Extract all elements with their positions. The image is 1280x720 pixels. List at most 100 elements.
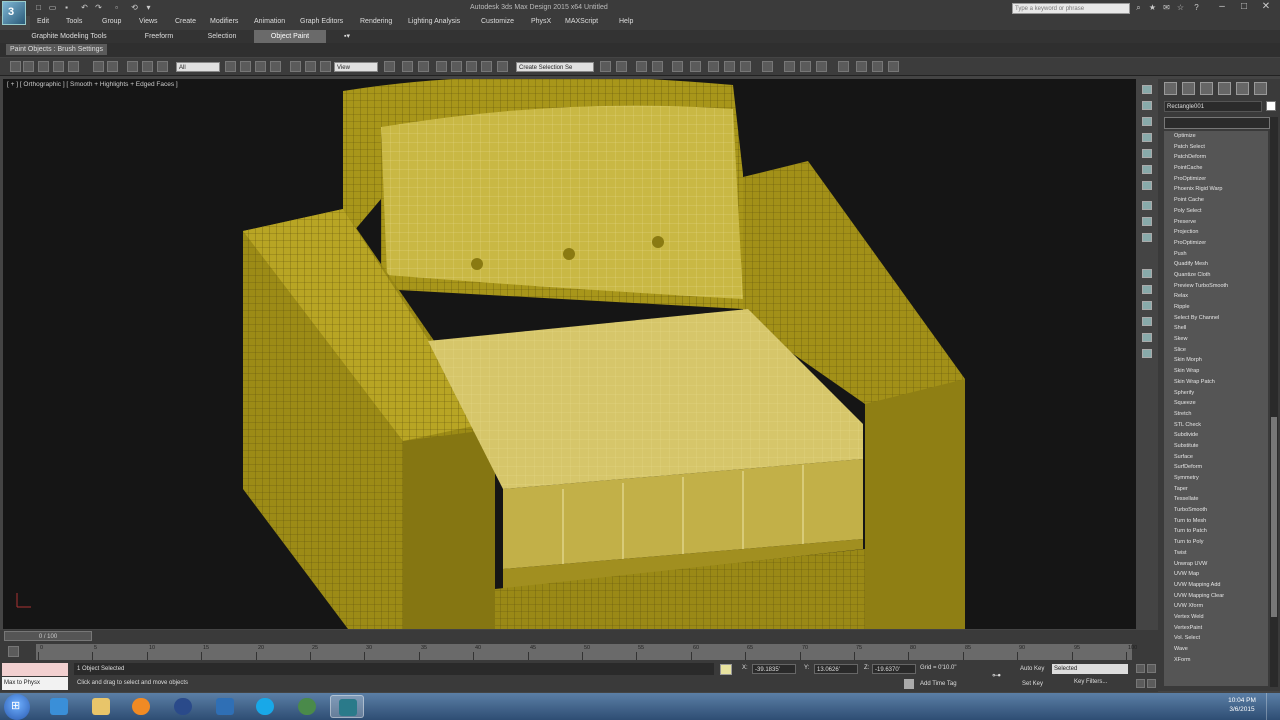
save-icon[interactable]: ▪	[62, 3, 71, 12]
select-link-icon[interactable]	[38, 61, 49, 72]
select-by-name-icon[interactable]	[107, 61, 118, 72]
y-coordinate-field[interactable]: 13.0626'	[814, 664, 858, 674]
render-shade-icon[interactable]	[816, 61, 827, 72]
help-icon[interactable]: ?	[1192, 3, 1201, 12]
reference-coordinate-select[interactable]: View	[334, 62, 378, 72]
angle-snap-icon[interactable]	[451, 61, 462, 72]
modifier-list-item[interactable]: XForm	[1164, 655, 1268, 666]
systems-tool-icon[interactable]	[1142, 181, 1152, 190]
menu-views[interactable]: Views	[139, 18, 158, 25]
modifier-list-item[interactable]: Turn to Poly	[1164, 537, 1268, 548]
modifier-list-item[interactable]: Skin Morph	[1164, 355, 1268, 366]
modifier-list-item[interactable]: Spherify	[1164, 388, 1268, 399]
region-select-icon[interactable]	[127, 61, 138, 72]
select-move-icon[interactable]	[225, 61, 236, 72]
modifier-list-item[interactable]: Symmetry	[1164, 473, 1268, 484]
taskbar-skype[interactable]	[248, 695, 282, 718]
menu-graph-editors[interactable]: Graph Editors	[300, 18, 343, 25]
modifier-scrollbar[interactable]	[1270, 117, 1278, 687]
physx-reset-icon[interactable]	[856, 61, 867, 72]
project-folder-icon[interactable]: ▫	[112, 3, 121, 12]
modifier-list-item[interactable]: Preview TurboSmooth	[1164, 281, 1268, 292]
utilities-tool-icon[interactable]	[1142, 285, 1152, 294]
modifier-list-item[interactable]: Substitute	[1164, 441, 1268, 452]
render-setup-icon[interactable]	[740, 61, 751, 72]
modifier-list-item[interactable]: TurboSmooth	[1164, 505, 1268, 516]
selection-lock-icon[interactable]	[720, 664, 732, 675]
hold-icon[interactable]: ⟲	[130, 3, 139, 12]
set-key-button[interactable]: Set Key	[1022, 681, 1043, 687]
tab-graphite-modeling-tools[interactable]: Graphite Modeling Tools	[14, 30, 124, 43]
motion-tool-icon[interactable]	[1142, 233, 1152, 242]
modifier-list-item[interactable]: Turn to Mesh	[1164, 516, 1268, 527]
display-panel-icon[interactable]	[1236, 82, 1249, 95]
modify-panel-icon[interactable]	[1182, 82, 1195, 95]
modifier-list-item[interactable]: UVW Xform	[1164, 601, 1268, 612]
keyboard-shortcut-icon[interactable]	[418, 61, 429, 72]
modifier-list-item[interactable]: Turn to Patch	[1164, 526, 1268, 537]
taskbar-media-player[interactable]	[124, 695, 158, 718]
modifier-list-item[interactable]: VertexPaint	[1164, 623, 1268, 634]
modifier-list-dropdown[interactable]	[1164, 117, 1270, 129]
modifier-list-item[interactable]: PatchDeform	[1164, 152, 1268, 163]
taskbar-3ds-max[interactable]	[330, 695, 364, 718]
modifier-list-item[interactable]: Unwrap UVW	[1164, 559, 1268, 570]
key-mode-select[interactable]: Selected	[1052, 664, 1128, 674]
spacewarps-tool-icon[interactable]	[1142, 165, 1152, 174]
modifier-list-item[interactable]: Skew	[1164, 334, 1268, 345]
menu-help[interactable]: Help	[619, 18, 633, 25]
modifier-list-item[interactable]: Subdivide	[1164, 430, 1268, 441]
curve-editor-icon[interactable]	[690, 61, 701, 72]
menu-edit[interactable]: Edit	[37, 18, 49, 25]
select-scale-icon[interactable]	[255, 61, 266, 72]
display-tool-icon[interactable]	[1142, 269, 1152, 278]
key-mode-icon[interactable]	[1136, 679, 1145, 688]
modifier-list-item[interactable]: Stretch	[1164, 409, 1268, 420]
menu-maxscript[interactable]: MAXScript	[565, 18, 598, 25]
modifier-list-item[interactable]: ProOptimizer	[1164, 238, 1268, 249]
hierarchy-tool-icon[interactable]	[1142, 217, 1152, 226]
graphite-toggle-icon[interactable]	[672, 61, 683, 72]
material-editor-icon[interactable]	[724, 61, 735, 72]
perspective-viewport[interactable]: [ + ] [ Orthographic ] [ Smooth + Highli…	[3, 79, 1136, 629]
menu-physx[interactable]: PhysX	[531, 18, 551, 25]
unlink-icon[interactable]	[53, 61, 64, 72]
mirror-icon[interactable]	[600, 61, 611, 72]
undo-icon[interactable]: ↶	[80, 3, 89, 12]
taskbar-explorer[interactable]	[84, 695, 118, 718]
play-simulation-icon[interactable]	[872, 61, 883, 72]
modifier-list-item[interactable]: Shell	[1164, 323, 1268, 334]
modifier-list-item[interactable]: Surface	[1164, 452, 1268, 463]
helpers-tool-icon[interactable]	[1142, 149, 1152, 158]
modifier-list-item[interactable]: Vol. Select	[1164, 633, 1268, 644]
taskbar-mail[interactable]	[208, 695, 242, 718]
pivot-center-icon[interactable]	[384, 61, 395, 72]
hierarchy-panel-icon[interactable]	[1200, 82, 1213, 95]
modifier-list-item[interactable]: Push	[1164, 249, 1268, 260]
menu-customize[interactable]: Customize	[481, 18, 514, 25]
modifier-list-item[interactable]: Patch Select	[1164, 142, 1268, 153]
subscription-icon[interactable]: ★	[1148, 3, 1157, 12]
render-tool-icon[interactable]	[1142, 301, 1152, 310]
modifier-list-item[interactable]: UVW Mapping Add	[1164, 580, 1268, 591]
utilities-panel-icon[interactable]	[1254, 82, 1267, 95]
maximize-button[interactable]: □	[1236, 0, 1252, 14]
paint-select-icon[interactable]	[157, 61, 168, 72]
object-name-field[interactable]: Rectangle001	[1164, 101, 1262, 112]
percent-snap-icon[interactable]	[466, 61, 477, 72]
modifier-list-item[interactable]: Relax	[1164, 291, 1268, 302]
modifier-list-item[interactable]: Ripple	[1164, 302, 1268, 313]
modifier-list-item[interactable]: Optimize	[1164, 131, 1268, 142]
ribbon-options-icon[interactable]: ▪▾	[336, 30, 358, 43]
shapes-tool-icon[interactable]	[1142, 101, 1152, 110]
modify-tool-icon[interactable]	[1142, 201, 1152, 210]
rig-tool-icon[interactable]	[1142, 333, 1152, 342]
taskbar-internet-explorer[interactable]	[42, 695, 76, 718]
select-object-icon[interactable]	[93, 61, 104, 72]
motion-panel-icon[interactable]	[1218, 82, 1231, 95]
modifier-list-item[interactable]: Select By Channel	[1164, 313, 1268, 324]
search-input[interactable]: Type a keyword or phrase	[1012, 3, 1130, 14]
z-coordinate-field[interactable]: -19.6370'	[872, 664, 916, 674]
snaps-toggle-icon[interactable]	[436, 61, 447, 72]
select-place-icon[interactable]	[270, 61, 281, 72]
